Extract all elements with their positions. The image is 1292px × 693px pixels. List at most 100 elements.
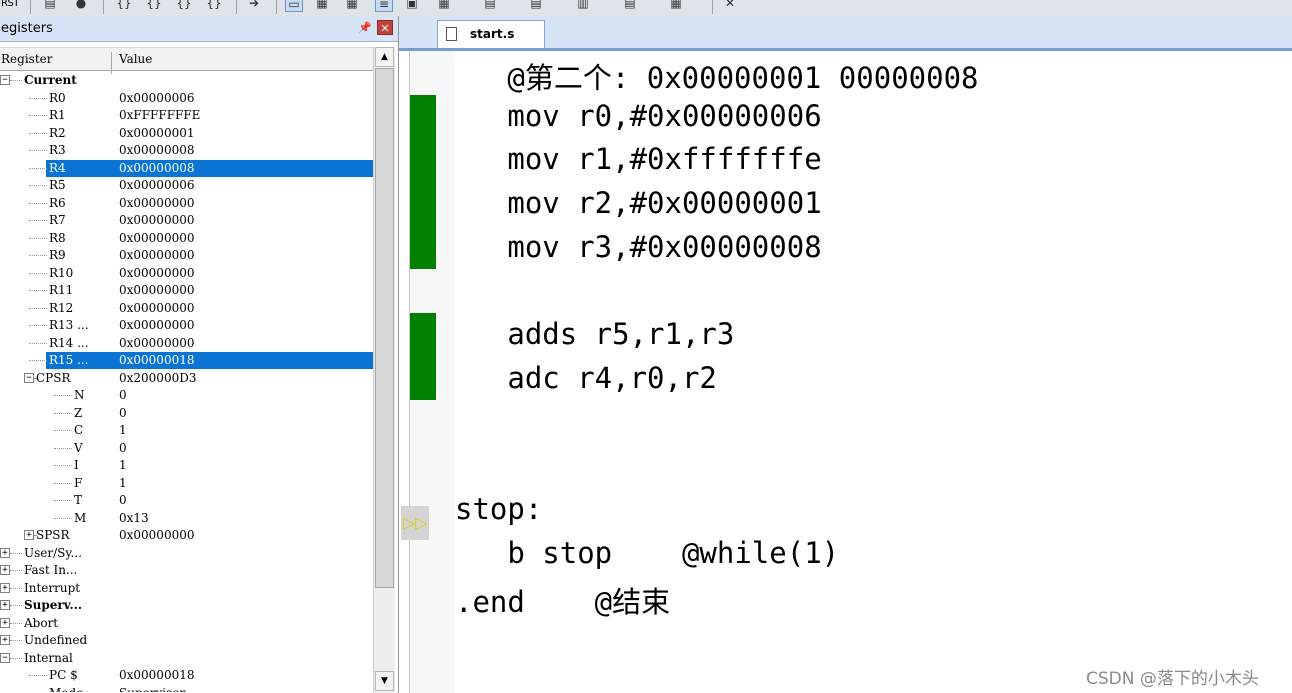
register-value[interactable]: 0x00000006 [119, 91, 194, 105]
register-value[interactable]: 0x00000006 [119, 178, 194, 192]
register-row[interactable]: R9 0x00000000 [0, 247, 373, 265]
register-value[interactable]: 0x00000018 [119, 668, 194, 682]
register-row[interactable]: − Internal [0, 650, 373, 668]
register-row[interactable]: F1 [0, 475, 373, 493]
code-line[interactable]: adds r5,r1,r3 [455, 317, 734, 351]
column-value[interactable]: Value [119, 52, 152, 66]
register-row[interactable]: C1 [0, 422, 373, 440]
command-window-icon[interactable]: ▭ [285, 0, 303, 12]
scroll-up-icon[interactable]: ▲ [375, 47, 394, 67]
reset-button[interactable]: RST [1, 0, 19, 9]
step-over-icon[interactable]: {} [146, 0, 162, 10]
code-line[interactable]: mov r0,#0x00000006 [455, 99, 821, 133]
register-row[interactable]: − CPSR 0x200000D3 [0, 370, 373, 388]
register-row[interactable]: R15 ... 0x00000018 [0, 352, 373, 370]
code-line[interactable]: stop: [455, 492, 542, 526]
serial-window-icon[interactable]: ▤ [528, 0, 544, 10]
run-to-cursor-icon[interactable]: {} [206, 0, 222, 10]
expand-icon[interactable]: + [0, 635, 10, 645]
register-value[interactable]: 0x00000008 [119, 161, 194, 175]
register-value[interactable]: 0x00000000 [119, 283, 194, 297]
register-row[interactable]: R12 0x00000000 [0, 300, 373, 318]
register-row[interactable]: R11 0x00000000 [0, 282, 373, 300]
collapse-icon[interactable]: − [0, 75, 10, 85]
register-value[interactable]: 1 [119, 458, 127, 472]
register-value[interactable]: 0 [119, 493, 127, 507]
register-row[interactable]: R5 0x00000006 [0, 177, 373, 195]
register-value[interactable]: 1 [119, 423, 127, 437]
analysis-window-icon[interactable]: ▥ [575, 0, 591, 10]
register-row[interactable]: R0 0x00000006 [0, 90, 373, 108]
register-row[interactable]: + Interrupt [0, 580, 373, 598]
code-line[interactable]: adc r4,r0,r2 [455, 361, 717, 395]
register-row[interactable]: R10 0x00000000 [0, 265, 373, 283]
register-row[interactable]: R3 0x00000008 [0, 142, 373, 160]
run-icon[interactable]: ▤ [42, 0, 58, 10]
expand-icon[interactable]: + [0, 600, 10, 610]
register-value[interactable]: 0x13 [119, 511, 149, 525]
register-value[interactable]: 0x00000000 [119, 318, 194, 332]
collapse-icon[interactable]: − [0, 652, 10, 663]
column-register[interactable]: Register [1, 52, 52, 66]
column-divider[interactable] [111, 52, 112, 74]
register-row[interactable]: M 0x13 [0, 510, 373, 528]
tab-start-s[interactable]: start.s [437, 20, 545, 48]
expand-icon[interactable]: + [0, 582, 10, 593]
register-value[interactable]: 0x00000000 [119, 528, 194, 542]
code-line[interactable]: b stop @while(1) [455, 536, 839, 570]
register-row[interactable]: + SPSR 0x00000000 [0, 527, 373, 545]
code-line[interactable]: mov r2,#0x00000001 [455, 186, 821, 220]
trace-window-icon[interactable]: ▤ [622, 0, 638, 10]
register-row[interactable]: Mode Supervisor [0, 685, 373, 693]
register-row[interactable]: + Abort [0, 615, 373, 633]
symbols-window-icon[interactable]: ▦ [344, 0, 360, 10]
register-row[interactable]: V0 [0, 440, 373, 458]
register-row[interactable]: − Current [0, 72, 373, 90]
pin-icon[interactable]: 📌 [358, 21, 372, 34]
register-value[interactable]: 0x00000008 [119, 143, 194, 157]
register-value[interactable]: Supervisor [119, 686, 185, 693]
stop-icon[interactable]: ● [73, 0, 89, 10]
scroll-down-icon[interactable]: ▼ [375, 671, 394, 691]
register-value[interactable]: 0x00000000 [119, 301, 194, 315]
register-value[interactable]: 0x00000018 [119, 353, 194, 367]
register-row[interactable]: R2 0x00000001 [0, 125, 373, 143]
register-value[interactable]: 0x00000000 [119, 231, 194, 245]
expand-icon[interactable]: + [0, 617, 10, 628]
register-row[interactable]: I1 [0, 457, 373, 475]
expand-icon[interactable]: + [24, 530, 34, 540]
editor-gutter[interactable] [409, 51, 454, 693]
register-value[interactable]: 0x00000001 [119, 126, 194, 140]
register-row[interactable]: T0 [0, 492, 373, 510]
code-line[interactable]: .end @结束 [455, 579, 670, 621]
registers-window-icon[interactable]: ≡ [375, 0, 393, 12]
register-value[interactable]: 0xFFFFFFFE [119, 108, 200, 122]
register-row[interactable]: R1 0xFFFFFFFE [0, 107, 373, 125]
code-line[interactable]: mov r1,#0xfffffffe [455, 142, 821, 176]
step-out-icon[interactable]: {} [176, 0, 192, 10]
show-next-statement-icon[interactable]: ➔ [246, 0, 262, 10]
registers-scrollbar[interactable]: ▲ ▼ [373, 47, 395, 693]
register-value[interactable]: 0x00000000 [119, 248, 194, 262]
register-value[interactable]: 0x00000000 [119, 336, 194, 350]
register-value[interactable]: 0 [119, 388, 127, 402]
register-row[interactable]: R4 0x00000008 [0, 159, 373, 178]
disassembly-window-icon[interactable]: ▦ [314, 0, 330, 10]
register-value[interactable]: 0 [119, 441, 127, 455]
toolbox-icon[interactable]: ✕ [722, 0, 738, 10]
call-stack-icon[interactable]: ▣ [404, 0, 420, 10]
code-line[interactable]: mov r3,#0x00000008 [455, 230, 821, 264]
register-value[interactable]: 1 [119, 476, 127, 490]
register-row[interactable]: R14 ... 0x00000000 [0, 335, 373, 353]
system-viewer-icon[interactable]: ▦ [668, 0, 684, 10]
register-row[interactable]: + Fast In... [0, 562, 373, 580]
register-value[interactable]: 0x200000D3 [119, 371, 196, 385]
register-row[interactable]: PC $ 0x00000018 [0, 667, 373, 685]
watch-window-icon[interactable]: ▦ [436, 0, 452, 10]
register-row[interactable]: N0 [0, 387, 373, 405]
register-row[interactable]: R13 ... 0x00000000 [0, 317, 373, 335]
register-row[interactable]: R8 0x00000000 [0, 230, 373, 248]
expand-icon[interactable]: + [0, 565, 10, 575]
register-row[interactable]: R7 0x00000000 [0, 212, 373, 230]
register-row[interactable]: + Undefined [0, 632, 373, 650]
